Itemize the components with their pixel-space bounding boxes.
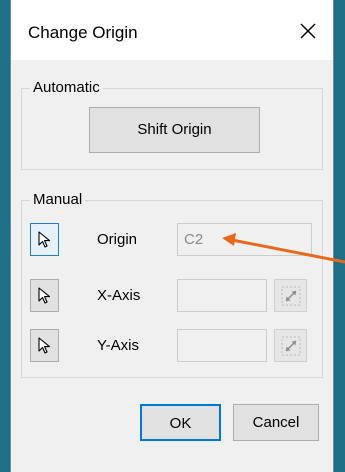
swap-axis-icon: [281, 336, 301, 356]
screen: Change Origin Automatic Shift Origin Man…: [0, 0, 345, 472]
origin-label: Origin: [97, 231, 138, 248]
cursor-pick-icon: [38, 287, 51, 304]
automatic-group: Automatic Shift Origin: [21, 79, 323, 170]
title-bar: Change Origin: [11, 0, 333, 60]
origin-field[interactable]: C2: [177, 223, 312, 256]
y-axis-field[interactable]: [177, 329, 267, 362]
y-axis-swap-button[interactable]: [274, 329, 307, 362]
close-button[interactable]: [295, 18, 321, 44]
x-axis-field[interactable]: [177, 279, 267, 312]
origin-pick-button[interactable]: [30, 223, 59, 256]
cursor-pick-icon: [38, 231, 51, 248]
manual-legend: Manual: [30, 191, 86, 209]
shift-origin-button[interactable]: Shift Origin: [89, 107, 260, 153]
manual-group: Manual Origin C2 X-Axis Y-Axis: [21, 191, 323, 378]
y-axis-pick-button[interactable]: [30, 329, 59, 362]
dialog-title: Change Origin: [28, 23, 138, 42]
cursor-pick-icon: [38, 337, 51, 354]
x-axis-swap-button[interactable]: [274, 279, 307, 312]
y-axis-label: Y-Axis: [97, 337, 139, 354]
swap-axis-icon: [281, 286, 301, 306]
change-origin-dialog: Change Origin Automatic Shift Origin Man…: [10, 0, 334, 472]
x-axis-label: X-Axis: [97, 287, 141, 304]
close-icon: [300, 23, 316, 39]
cancel-button[interactable]: Cancel: [233, 404, 319, 441]
ok-button[interactable]: OK: [140, 404, 221, 441]
automatic-legend: Automatic: [30, 79, 103, 97]
x-axis-pick-button[interactable]: [30, 279, 59, 312]
